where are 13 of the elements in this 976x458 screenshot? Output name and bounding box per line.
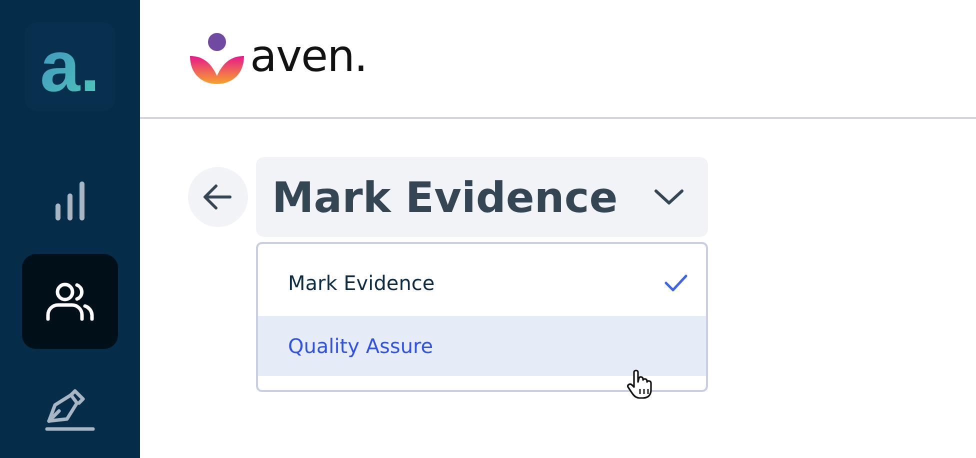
menu-option[interactable]: Mark Evidence (258, 250, 706, 316)
people-icon (45, 282, 95, 322)
page-title-dropdown[interactable]: Mark Evidence (256, 157, 708, 237)
back-arrow-icon (203, 184, 233, 210)
nav-button[interactable] (22, 254, 118, 349)
lotus-logo-icon (188, 32, 246, 86)
pen-icon (45, 389, 95, 432)
menu-option[interactable]: Quality Assure (258, 316, 706, 376)
app-logo: a. (25, 22, 115, 112)
chevron-down-icon (654, 189, 684, 205)
bar-chart-icon (54, 180, 86, 222)
brand-name: aven. (250, 31, 367, 82)
check-icon (664, 274, 688, 292)
